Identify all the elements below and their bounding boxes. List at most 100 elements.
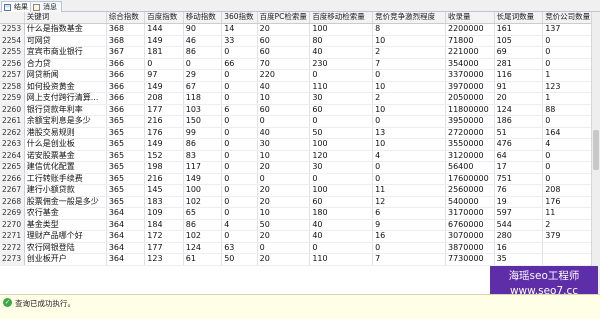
results-grid[interactable]: 关键词 综合指数 百度指数 移动指数 360指数 百度PC检索量 百度移动检索量 竞价竞争激烈… bbox=[0, 12, 600, 294]
row-number[interactable]: 2254 bbox=[0, 35, 25, 47]
table-cell[interactable]: 3970000 bbox=[445, 81, 495, 93]
table-cell[interactable]: 366 bbox=[106, 81, 146, 93]
table-cell[interactable]: 0 bbox=[221, 161, 258, 174]
table-cell[interactable]: 60 bbox=[257, 46, 311, 59]
table-cell[interactable]: 80 bbox=[309, 35, 374, 47]
table-cell[interactable]: 180 bbox=[309, 207, 374, 220]
table-cell[interactable]: 40 bbox=[257, 127, 311, 139]
table-cell[interactable]: 3550000 bbox=[445, 138, 495, 151]
table-row[interactable]: 2254 可网贷 368 149 46 33 60 80 10 71800 105 0 bbox=[0, 35, 600, 47]
row-number[interactable]: 2269 bbox=[0, 207, 25, 220]
table-cell[interactable]: 2560000 bbox=[445, 184, 495, 197]
table-cell[interactable]: 0 bbox=[221, 138, 258, 151]
table-cell[interactable]: 100 bbox=[309, 138, 374, 151]
table-cell[interactable]: 6 bbox=[221, 104, 258, 116]
tab-results[interactable]: 结果 bbox=[1, 1, 33, 12]
table-cell[interactable]: 364 bbox=[106, 219, 146, 231]
table-cell[interactable]: 40 bbox=[309, 219, 374, 231]
table-cell[interactable]: 90 bbox=[183, 23, 223, 36]
table-cell[interactable]: 46 bbox=[183, 35, 223, 47]
table-cell[interactable]: 365 bbox=[106, 184, 146, 197]
row-number[interactable]: 2261 bbox=[0, 115, 25, 128]
table-cell[interactable]: 股票佣金一般是多少 bbox=[24, 196, 107, 208]
table-cell[interactable]: 0 bbox=[221, 150, 258, 162]
table-cell[interactable]: 368 bbox=[106, 35, 146, 47]
table-cell[interactable]: 8 bbox=[372, 23, 446, 36]
table-cell[interactable]: 100 bbox=[309, 23, 374, 36]
table-cell[interactable]: 10 bbox=[257, 207, 311, 220]
table-cell[interactable]: 如何投资黄金 bbox=[24, 81, 107, 93]
table-cell[interactable]: 7730000 bbox=[445, 253, 495, 266]
table-cell[interactable]: 0 bbox=[221, 196, 258, 208]
table-cell[interactable]: 9 bbox=[372, 219, 446, 231]
table-row[interactable]: 2262 港股交易规则 365 176 99 0 40 50 13 2720000 51 164 bbox=[0, 127, 600, 139]
table-cell[interactable]: 281 bbox=[494, 58, 544, 70]
table-cell[interactable]: 建行小额贷款 bbox=[24, 184, 107, 197]
table-cell[interactable]: 19 bbox=[494, 196, 544, 208]
table-cell[interactable]: 124 bbox=[183, 242, 223, 254]
table-cell[interactable]: 50 bbox=[221, 253, 258, 266]
table-cell[interactable]: 149 bbox=[144, 138, 184, 151]
table-cell[interactable]: 51 bbox=[494, 127, 544, 139]
table-cell[interactable]: 6760000 bbox=[445, 219, 495, 231]
table-row[interactable]: 2268 股票佣金一般是多少 365 183 102 0 20 60 12 540000 19 176 bbox=[0, 196, 600, 208]
table-cell[interactable]: 什么是指数基金 bbox=[24, 23, 107, 36]
table-cell[interactable]: 10 bbox=[372, 35, 446, 47]
table-cell[interactable]: 354000 bbox=[445, 58, 495, 70]
table-cell[interactable]: 0 bbox=[221, 115, 258, 128]
table-cell[interactable]: 港股交易规则 bbox=[24, 127, 107, 139]
table-cell[interactable]: 56400 bbox=[445, 161, 495, 174]
table-cell[interactable]: 什么是创业板 bbox=[24, 138, 107, 151]
table-cell[interactable]: 366 bbox=[106, 69, 146, 82]
table-cell[interactable]: 177 bbox=[144, 104, 184, 116]
table-cell[interactable]: 工行转账手续费 bbox=[24, 173, 107, 185]
table-cell[interactable]: 10 bbox=[372, 104, 446, 116]
table-cell[interactable]: 100 bbox=[309, 184, 374, 197]
table-cell[interactable]: 20 bbox=[494, 92, 544, 105]
table-cell[interactable]: 149 bbox=[144, 35, 184, 47]
table-cell[interactable]: 597 bbox=[494, 207, 544, 220]
row-number[interactable]: 2271 bbox=[0, 230, 25, 243]
table-row[interactable]: 2261 余额宝利息是多少 365 216 150 0 0 0 0 3950000 186 0 bbox=[0, 115, 600, 128]
table-cell[interactable]: 合力贷 bbox=[24, 58, 107, 70]
table-cell[interactable]: 71800 bbox=[445, 35, 495, 47]
table-cell[interactable]: 70 bbox=[257, 58, 311, 70]
table-cell[interactable]: 10 bbox=[257, 150, 311, 162]
column-header[interactable]: 综合指数 bbox=[106, 12, 146, 24]
table-cell[interactable]: 10 bbox=[372, 138, 446, 151]
table-cell[interactable]: 117 bbox=[183, 161, 223, 174]
table-cell[interactable]: 0 bbox=[221, 69, 258, 82]
table-cell[interactable]: 2050000 bbox=[445, 92, 495, 105]
table-cell[interactable]: 0 bbox=[372, 115, 446, 128]
table-cell[interactable]: 152 bbox=[144, 150, 184, 162]
table-cell[interactable]: 3870000 bbox=[445, 242, 495, 254]
table-row[interactable]: 2265 建信优化配置 365 198 117 0 20 30 0 56400 17 0 bbox=[0, 161, 600, 174]
table-cell[interactable]: 86 bbox=[183, 219, 223, 231]
table-cell[interactable]: 102 bbox=[183, 230, 223, 243]
table-cell[interactable]: 120 bbox=[309, 150, 374, 162]
column-header[interactable]: 360指数 bbox=[221, 12, 258, 24]
table-row[interactable]: 2272 农行网银登陆 364 177 124 63 0 0 0 3870000 16 bbox=[0, 242, 600, 254]
table-row[interactable]: 2267 建行小额贷款 365 145 100 0 20 100 11 2560000 76 208 bbox=[0, 184, 600, 197]
table-cell[interactable]: 29 bbox=[183, 69, 223, 82]
table-cell[interactable]: 368 bbox=[106, 23, 146, 36]
table-cell[interactable]: 69 bbox=[494, 46, 544, 59]
table-cell[interactable]: 161 bbox=[494, 23, 544, 36]
row-number[interactable]: 2270 bbox=[0, 219, 25, 231]
table-cell[interactable]: 0 bbox=[221, 92, 258, 105]
row-number-header[interactable] bbox=[0, 12, 25, 24]
table-row[interactable]: 2260 银行贷款年利率 366 177 103 6 60 60 10 11800000 124 88 bbox=[0, 104, 600, 116]
row-number[interactable]: 2266 bbox=[0, 173, 25, 185]
table-cell[interactable]: 3070000 bbox=[445, 230, 495, 243]
table-cell[interactable]: 365 bbox=[106, 196, 146, 208]
table-cell[interactable]: 365 bbox=[106, 173, 146, 185]
table-cell[interactable]: 理财产品哪个好 bbox=[24, 230, 107, 243]
table-cell[interactable]: 0 bbox=[144, 58, 184, 70]
table-cell[interactable]: 60 bbox=[309, 196, 374, 208]
row-number[interactable]: 2262 bbox=[0, 127, 25, 139]
column-header[interactable]: 关键词 bbox=[24, 12, 107, 24]
table-cell[interactable]: 216 bbox=[144, 173, 184, 185]
row-number[interactable]: 2256 bbox=[0, 58, 25, 70]
table-cell[interactable]: 99 bbox=[183, 127, 223, 139]
table-cell[interactable]: 105 bbox=[494, 35, 544, 47]
